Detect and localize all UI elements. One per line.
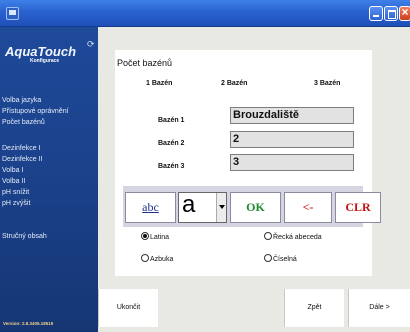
- logo-subtitle: Konfigurace: [30, 58, 60, 64]
- radio-latin-label: Latina: [150, 234, 170, 241]
- minimize-icon[interactable]: [369, 6, 383, 21]
- column-header-pool-1[interactable]: 1 Bazén: [146, 80, 172, 87]
- back-button[interactable]: Zpět: [284, 289, 344, 327]
- sidebar-item-option-1[interactable]: Volba I: [2, 165, 42, 176]
- pool-3-name-input[interactable]: 3: [230, 154, 354, 171]
- close-icon[interactable]: [399, 5, 410, 21]
- logo-symbol-icon: ⟳: [87, 39, 95, 49]
- version-label: Version: 2.8.3405.18519: [3, 321, 54, 326]
- pool-1-label: Bazén 1: [158, 117, 185, 124]
- radio-unselected-icon: [141, 254, 149, 262]
- radio-numeric[interactable]: Číselná: [264, 254, 297, 263]
- character-select[interactable]: a: [178, 191, 227, 223]
- ok-button[interactable]: OK: [230, 192, 281, 223]
- chevron-down-icon[interactable]: [216, 193, 226, 222]
- radio-numeric-label: Číselná: [273, 256, 297, 263]
- sidebar-item-language[interactable]: Volba jazyka: [2, 95, 69, 106]
- clear-button[interactable]: CLR: [335, 192, 381, 223]
- radio-azbuka-label: Azbuka: [150, 256, 174, 263]
- radio-unselected-icon: [264, 254, 272, 262]
- sidebar-item-ph-raise[interactable]: pH zvýšit: [2, 198, 42, 209]
- app-window-icon: [6, 7, 19, 20]
- radio-unselected-icon: [264, 232, 272, 240]
- character-select-value: a: [182, 191, 196, 218]
- sidebar-item-disinfection-2[interactable]: Dezinfekce II: [2, 154, 42, 165]
- column-header-pool-2[interactable]: 2 Bazén: [221, 80, 247, 87]
- pool-1-name-input[interactable]: Brouzdaliště: [230, 107, 354, 124]
- title-bar: [0, 0, 410, 27]
- maximize-icon[interactable]: [384, 6, 398, 21]
- column-header-pool-3[interactable]: 3 Bazén: [314, 80, 340, 87]
- sidebar: AquaTouch ⟳ Konfigurace Volba jazyka Pří…: [0, 27, 98, 332]
- keyboard-mode-button[interactable]: abc: [125, 192, 176, 223]
- page-title: Počet bazénů: [117, 58, 173, 68]
- sidebar-item-option-2[interactable]: Volba II: [2, 176, 42, 187]
- pool-3-label: Bazén 3: [158, 163, 185, 170]
- pool-2-name-input[interactable]: 2: [230, 131, 354, 148]
- radio-latin[interactable]: Latina: [141, 232, 169, 241]
- nav-group-dosing: Dezinfekce I Dezinfekce II Volba I Volba…: [2, 143, 42, 209]
- backspace-button[interactable]: <-: [284, 192, 332, 223]
- radio-azbuka[interactable]: Azbuka: [141, 254, 173, 263]
- sidebar-item-ph-lower[interactable]: pH snížit: [2, 187, 42, 198]
- sidebar-item-disinfection-1[interactable]: Dezinfekce I: [2, 143, 42, 154]
- exit-button[interactable]: Ukončit: [98, 289, 158, 327]
- next-button[interactable]: Dále >: [348, 289, 410, 327]
- nav-group-general: Volba jazyka Přístupové oprávnění Počet …: [2, 95, 69, 128]
- radio-greek[interactable]: Řecká abeceda: [264, 232, 322, 241]
- pool-2-label: Bazén 2: [158, 140, 185, 147]
- sidebar-item-summary[interactable]: Stručný obsah: [2, 231, 47, 242]
- nav-group-summary: Stručný obsah: [2, 231, 47, 242]
- radio-greek-label: Řecká abeceda: [273, 234, 322, 241]
- app-logo: AquaTouch: [5, 44, 77, 59]
- sidebar-item-pool-count[interactable]: Počet bazénů: [2, 117, 69, 128]
- sidebar-item-access-rights[interactable]: Přístupové oprávnění: [2, 106, 69, 117]
- radio-selected-icon: [141, 232, 149, 240]
